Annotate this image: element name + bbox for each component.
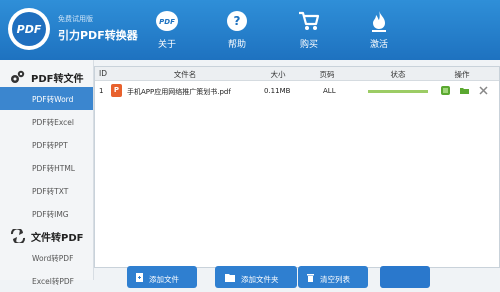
trash-icon [307, 274, 314, 282]
sidebar-item-label: PDF转Word [32, 95, 74, 104]
add-folder-button[interactable]: 添加文件夹 [215, 266, 297, 288]
sidebar-item-pdf-to-excel[interactable]: PDF转Excel [0, 110, 93, 133]
cell-pages: ALL [323, 87, 336, 95]
sidebar-item-label: PDF转HTML [32, 164, 75, 173]
sidebar-item-pdf-to-html[interactable]: PDF转HTML [0, 156, 93, 179]
cell-size: 0.11MB [264, 87, 291, 95]
nav-activate[interactable]: 激活 [349, 0, 409, 60]
file-table: ID 文件名 大小 页码 状态 操作 1 P 手机APP应用网络推广策划书.pd… [94, 66, 500, 268]
sidebar-item-label: PDF转Excel [32, 118, 74, 127]
column-header-status: 状态 [390, 70, 406, 79]
gears-icon [11, 70, 25, 83]
sidebar-item-pdf-to-ppt[interactable]: PDF转PPT [0, 133, 93, 156]
nav-buy[interactable]: 购买 [279, 0, 339, 60]
app-logo: PDF [8, 8, 50, 50]
folder-icon [225, 274, 235, 282]
ppt-file-icon: P [111, 84, 122, 97]
table-row[interactable]: 1 P 手机APP应用网络推广策划书.pdf 0.11MB ALL [95, 81, 499, 101]
add-file-icon [136, 273, 143, 282]
sidebar-item-label: Word转PDF [32, 254, 74, 263]
sidebar-item-label: Excel转PDF [32, 277, 74, 286]
nav-about-label: 关于 [157, 40, 176, 50]
sidebar-item-word-to-pdf[interactable]: Word转PDF [0, 246, 93, 269]
sidebar-item-label: PDF转PPT [32, 141, 68, 150]
pdf-badge-icon: PDF [156, 11, 178, 31]
convert-arrows-icon [11, 229, 25, 243]
cell-id: 1 [99, 87, 104, 95]
nav-buy-label: 购买 [299, 40, 318, 50]
flame-icon [372, 11, 386, 32]
nav-about[interactable]: PDF 关于 [137, 0, 197, 60]
svg-text:PDF: PDF [159, 18, 175, 26]
sidebar-group-label: PDF转文件 [31, 74, 84, 85]
table-header: ID 文件名 大小 页码 状态 操作 [95, 67, 499, 81]
cart-icon [299, 11, 320, 30]
nav-help-label: 帮助 [227, 40, 246, 50]
cell-filename: 手机APP应用网络推广策划书.pdf [127, 88, 231, 96]
sidebar-item-pdf-to-txt[interactable]: PDF转TXT [0, 179, 93, 202]
convert-button[interactable] [380, 266, 430, 288]
logo-text: PDF [17, 23, 42, 36]
add-file-button[interactable]: 添加文件 [127, 266, 197, 288]
column-header-size: 大小 [270, 70, 286, 79]
app-header: PDF 免费试用版 引力PDF转换器 PDF 关于 ? 帮助 购买 激活 [0, 0, 500, 60]
nav-activate-label: 激活 [369, 40, 388, 50]
brand-subtitle: 免费试用版 [58, 15, 93, 23]
delete-icon[interactable] [479, 86, 488, 95]
column-header-id: ID [99, 69, 107, 78]
sidebar-item-pdf-to-word[interactable]: PDF转Word [0, 87, 93, 110]
open-folder-icon[interactable] [460, 86, 469, 95]
nav-help[interactable]: ? 帮助 [207, 0, 267, 60]
sidebar: PDF转文件 PDF转Word PDF转Excel PDF转PPT PDF转HT… [0, 60, 94, 286]
brand-title: 引力PDF转换器 [58, 29, 138, 42]
column-header-pages: 页码 [319, 70, 335, 79]
sidebar-group-label: 文件转PDF [31, 233, 84, 244]
sidebar-item-pdf-to-img[interactable]: PDF转IMG [0, 202, 93, 225]
start-convert-icon[interactable] [441, 86, 450, 95]
sidebar-item-label: PDF转TXT [32, 187, 69, 196]
clear-list-button[interactable]: 清空列表 [298, 266, 368, 288]
column-header-actions: 操作 [454, 70, 470, 79]
progress-fill [368, 90, 428, 93]
sidebar-item-label: PDF转IMG [32, 210, 69, 219]
column-header-filename: 文件名 [173, 70, 197, 79]
status-progress-bar [368, 90, 428, 93]
sidebar-item-excel-to-pdf[interactable]: Excel转PDF [0, 269, 93, 292]
svg-text:?: ? [234, 14, 241, 28]
help-icon: ? [227, 11, 247, 31]
